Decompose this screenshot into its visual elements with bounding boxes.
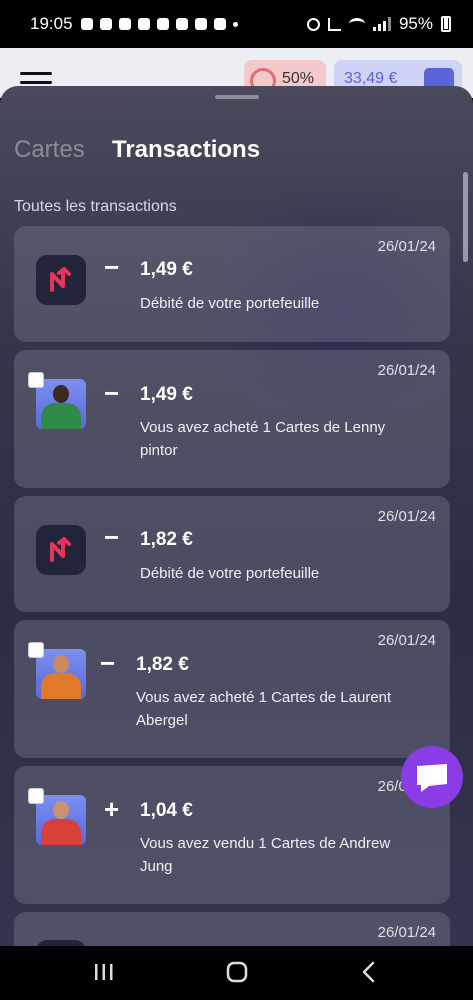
drag-handle[interactable]: [215, 95, 259, 99]
transaction-description: Vous avez acheté 1 Cartes de Laurent Abe…: [136, 689, 392, 729]
card-checkbox[interactable]: [28, 788, 44, 804]
transaction-sign: −: [100, 648, 116, 678]
section-label: Toutes les transactions: [14, 198, 177, 215]
back-icon[interactable]: [358, 960, 380, 984]
app-notification-icon: [194, 18, 207, 30]
balance-amount: 33,49 €: [344, 70, 398, 87]
tab-cartes[interactable]: Cartes: [14, 136, 85, 164]
app-notification-icon: [213, 18, 226, 30]
transaction-sign: −: [104, 378, 120, 408]
bell-icon: [99, 18, 112, 30]
transaction-description: Vous avez acheté 1 Cartes de Lenny pinto…: [140, 419, 386, 459]
transaction-description: Vous avez vendu 1 Cartes de Andrew Jung: [140, 835, 391, 875]
transaction-card[interactable]: 26/01/24 − 1,49 € Vous avez acheté 1 Car…: [14, 350, 450, 488]
recents-icon[interactable]: [93, 960, 115, 984]
mute-icon: [327, 17, 341, 31]
transactions-sheet: Cartes Transactions Toutes les transacti…: [0, 86, 473, 946]
notification-icons: [80, 18, 238, 30]
transaction-description: Débité de votre portefeuille: [140, 295, 320, 312]
alarm-icon: [306, 17, 320, 31]
transaction-date: 26/01/24: [377, 508, 436, 525]
indicator-percent: 50%: [282, 70, 315, 87]
dot-icon: [232, 21, 238, 27]
status-time: 19:05: [30, 14, 73, 33]
transaction-date: 26/01/24: [377, 238, 436, 255]
transaction-amount: 1,49 €: [140, 259, 193, 280]
scrollbar[interactable]: [463, 172, 468, 262]
status-bar: 19:05 95%: [0, 0, 473, 48]
app-logo-icon: [36, 525, 86, 575]
transaction-description: Débité de votre portefeuille: [140, 565, 320, 582]
transaction-amount: 1,82 €: [140, 529, 193, 550]
transaction-sign: −: [104, 522, 120, 552]
transaction-sign: −: [104, 252, 120, 282]
transaction-amount: 1,82 €: [136, 654, 189, 675]
battery-icon: [441, 16, 451, 32]
chat-button[interactable]: [401, 746, 463, 808]
transaction-card[interactable]: 26/01/24 − 1,49 € Débité de votre portef…: [14, 226, 450, 342]
battery-percent: 95%: [398, 14, 433, 33]
instagram-icon: [175, 18, 188, 30]
youtube-icon: [137, 18, 150, 30]
youtube-icon: [156, 18, 169, 30]
home-icon[interactable]: [225, 960, 249, 984]
facebook-icon: [118, 18, 131, 30]
system-nav-bar: [0, 946, 473, 1000]
transaction-amount: 1,49 €: [140, 384, 193, 405]
app-logo-icon: [36, 255, 86, 305]
chat-bubble-icon: [417, 764, 447, 792]
transaction-amount: 1,04 €: [140, 800, 193, 821]
transaction-card[interactable]: 26/01/24: [14, 912, 450, 946]
transaction-card[interactable]: 26/01/24 − 1,82 € Vous avez acheté 1 Car…: [14, 620, 450, 758]
transaction-date: 26/01/24: [377, 632, 436, 649]
signal-icon: [372, 17, 391, 31]
snapchat-icon: [80, 18, 93, 30]
tab-transactions[interactable]: Transactions: [112, 136, 260, 164]
transaction-date: 26/01/24: [377, 362, 436, 379]
card-checkbox[interactable]: [28, 372, 44, 388]
transaction-card[interactable]: 26/01/24 − 1,82 € Débité de votre portef…: [14, 496, 450, 612]
card-checkbox[interactable]: [28, 642, 44, 658]
transaction-card[interactable]: 26/01/24 + 1,04 € Vous avez vendu 1 Cart…: [14, 766, 450, 904]
transaction-date: 26/01/24: [377, 924, 436, 941]
transaction-sign: +: [104, 794, 120, 824]
wifi-icon: [348, 18, 365, 30]
